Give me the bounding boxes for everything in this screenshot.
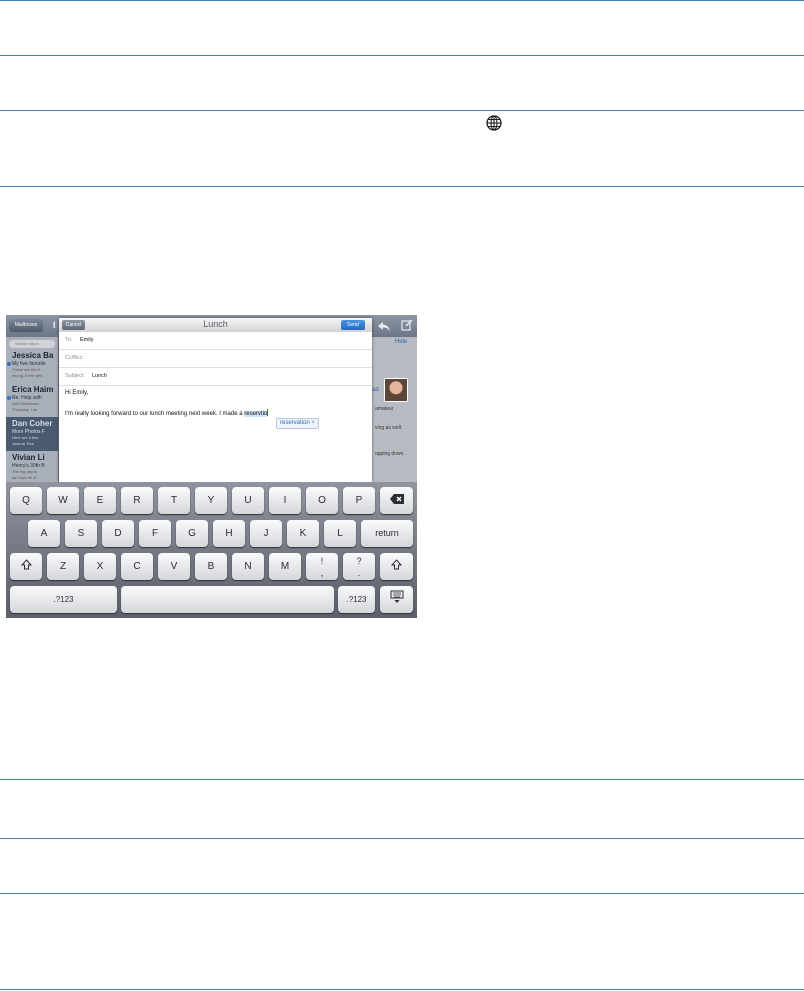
key-y[interactable]: Y <box>195 487 227 514</box>
key-k[interactable]: K <box>287 520 319 547</box>
divider-rule <box>0 186 804 187</box>
divider-rule <box>0 0 804 1</box>
compose-title: Lunch <box>203 319 228 329</box>
shift-icon <box>390 559 403 570</box>
key-n[interactable]: N <box>232 553 264 580</box>
shift-key-left[interactable] <box>10 553 42 580</box>
key-z[interactable]: Z <box>47 553 79 580</box>
misspelled-word: reservtio <box>244 411 268 417</box>
divider-rule <box>0 110 804 111</box>
key-e[interactable]: E <box>84 487 116 514</box>
return-key[interactable]: return <box>361 520 413 547</box>
inbox-title-fragment: I <box>53 320 56 330</box>
key-h[interactable]: H <box>213 520 245 547</box>
divider-rule <box>0 989 804 990</box>
numbers-key-right[interactable]: .?123 <box>338 586 375 613</box>
reply-icon[interactable] <box>377 319 391 333</box>
onscreen-keyboard: Q W E R T Y U I O P A S D F G H J K L re… <box>6 482 417 618</box>
key-v[interactable]: V <box>158 553 190 580</box>
message-body[interactable]: I'm really looking forward to our lunch … <box>65 409 269 417</box>
key-u[interactable]: U <box>232 487 264 514</box>
divider-rule <box>0 893 804 894</box>
key-c[interactable]: C <box>121 553 153 580</box>
key-b[interactable]: B <box>195 553 227 580</box>
hide-keyboard-icon <box>390 590 403 603</box>
key-x[interactable]: X <box>84 553 116 580</box>
numbers-key-left[interactable]: .?123 <box>10 586 117 613</box>
key-q[interactable]: Q <box>10 487 42 514</box>
cancel-button[interactable]: Cancel <box>62 320 85 330</box>
key-o[interactable]: O <box>306 487 338 514</box>
key-m[interactable]: M <box>269 553 301 580</box>
key-t[interactable]: T <box>158 487 190 514</box>
to-field[interactable]: To: Emily <box>59 332 372 350</box>
key-i[interactable]: I <box>269 487 301 514</box>
message-list: Search Inbox Jessica Ba My five favorite… <box>6 337 58 482</box>
key-l[interactable]: L <box>324 520 356 547</box>
ccbcc-field[interactable]: Cc/Bcc: <box>59 350 372 368</box>
key-s[interactable]: S <box>65 520 97 547</box>
mailboxes-button[interactable]: Mailboxes <box>9 319 43 332</box>
unread-dot <box>7 362 11 366</box>
hide-link[interactable]: Hide <box>395 339 407 345</box>
detail-text: ving as well. <box>375 425 403 431</box>
key-p[interactable]: P <box>343 487 375 514</box>
detail-text: amateur <box>375 406 394 412</box>
sender-photo <box>384 378 408 402</box>
dismiss-suggestion-icon: × <box>311 420 315 426</box>
key-w[interactable]: W <box>47 487 79 514</box>
key-a[interactable]: A <box>28 520 60 547</box>
globe-icon <box>486 115 502 131</box>
key-j[interactable]: J <box>250 520 282 547</box>
key-question-period[interactable]: ? . <box>343 553 375 580</box>
search-inbox-field[interactable]: Search Inbox <box>9 340 55 348</box>
message-item[interactable]: Erica Haim Re: Help with John Wednesd Thu… <box>6 383 58 417</box>
shift-icon <box>20 559 32 570</box>
divider-rule <box>0 55 804 56</box>
read-link-fragment[interactable]: ad <box>372 387 379 393</box>
unread-dot <box>7 396 11 400</box>
compose-sheet: Lunch Cancel Send To: Emily Cc/Bcc: Subj… <box>59 318 372 482</box>
delete-key-icon <box>389 494 404 504</box>
message-greeting: Hi Emily, <box>65 390 89 396</box>
autocorrect-suggestion[interactable]: reservation × <box>276 418 319 429</box>
compose-icon[interactable] <box>401 319 413 331</box>
send-button[interactable]: Send <box>341 320 365 330</box>
shift-key-right[interactable] <box>380 553 413 580</box>
delete-key[interactable] <box>380 487 413 514</box>
divider-rule <box>0 838 804 839</box>
space-bar[interactable] <box>121 586 334 613</box>
text-cursor <box>267 409 269 416</box>
subject-field[interactable]: Subject: Lunch <box>59 368 372 386</box>
key-exclamation-comma[interactable]: ! , <box>306 553 338 580</box>
divider-rule <box>0 779 804 780</box>
key-g[interactable]: G <box>176 520 208 547</box>
key-d[interactable]: D <box>102 520 134 547</box>
compose-toolbar: Lunch Cancel Send <box>59 318 372 332</box>
key-f[interactable]: F <box>139 520 171 547</box>
detail-text: opping down. <box>375 451 405 457</box>
ipad-screenshot: Mailboxes I Search Inbox Jessica Ba My f… <box>6 315 417 618</box>
message-item-selected[interactable]: Dan Coher More Photos F Here are a few Jo… <box>6 417 58 451</box>
message-item[interactable]: Vivian Li Henry's 30th B The big day is w… <box>6 451 58 485</box>
key-r[interactable]: R <box>121 487 153 514</box>
hide-keyboard-key[interactable] <box>380 586 413 613</box>
message-item[interactable]: Jessica Ba My five favorite These are th… <box>6 349 58 383</box>
